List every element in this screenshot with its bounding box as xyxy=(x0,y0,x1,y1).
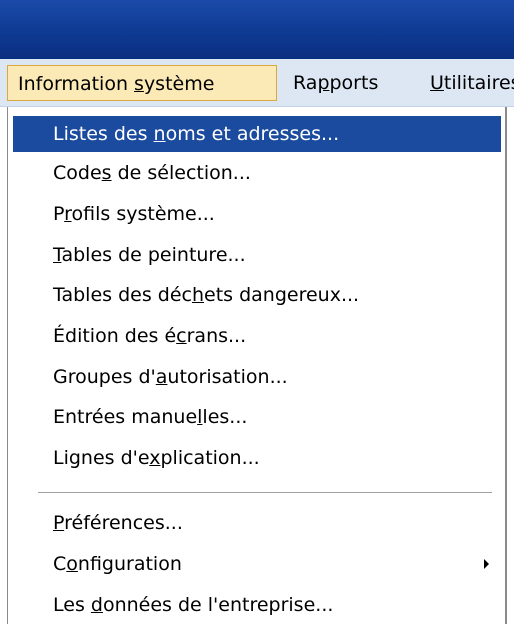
menu-item-preferences[interactable]: Préférences... xyxy=(13,505,501,541)
menu-item-edition-ecrans[interactable]: Édition des écrans... xyxy=(13,318,501,354)
menu-item-donnees-entreprise[interactable]: Les données de l'entreprise... xyxy=(13,587,501,623)
menu-information-systeme[interactable]: Information système xyxy=(7,65,277,101)
menu-rapports[interactable]: Rapports xyxy=(293,65,378,101)
app-window: Information système Rapports Utilitaires… xyxy=(0,0,514,624)
menu-item-lignes-explication[interactable]: Lignes d'explication... xyxy=(13,440,501,476)
menu-utilitaires[interactable]: Utilitaires xyxy=(430,65,514,101)
title-bar xyxy=(0,0,514,59)
menu-separator xyxy=(38,492,492,494)
menu-item-groupes-autorisation[interactable]: Groupes d'autorisation... xyxy=(13,359,501,395)
dropdown-menu-information-systeme: Listes des noms et adresses... Codes de … xyxy=(7,107,507,624)
menu-item-tables-peinture[interactable]: Tables de peinture... xyxy=(13,237,501,273)
menu-item-listes-noms-adresses[interactable]: Listes des noms et adresses... xyxy=(13,116,501,152)
menu-item-entrees-manuelles[interactable]: Entrées manuelles... xyxy=(13,399,501,435)
menu-item-configuration[interactable]: Configuration xyxy=(13,546,501,582)
chevron-right-icon xyxy=(484,559,489,569)
menu-item-tables-dechets[interactable]: Tables des déchets dangereux... xyxy=(13,277,501,313)
menu-bar: Information système Rapports Utilitaires xyxy=(0,59,514,107)
menu-item-codes-selection[interactable]: Codes de sélection... xyxy=(13,155,501,191)
menu-item-profils-systeme[interactable]: Profils système... xyxy=(13,196,501,232)
